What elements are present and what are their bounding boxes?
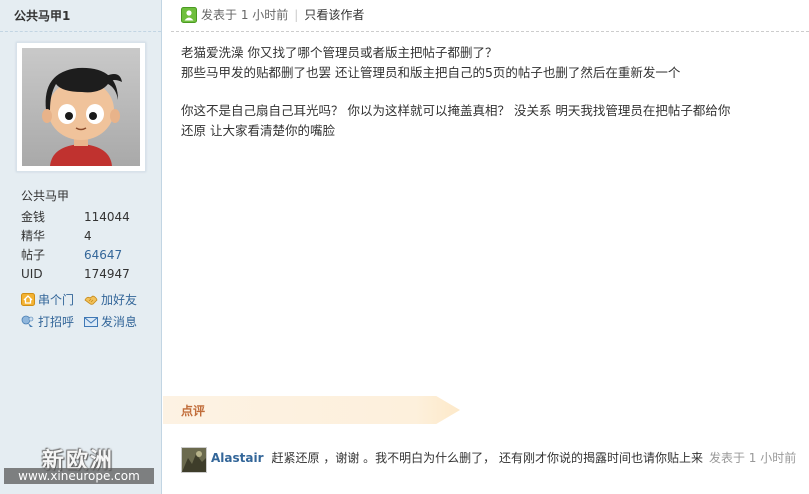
author-username[interactable]: 公共马甲1: [14, 7, 70, 24]
author-stats: 金钱 114044 精华 4 帖子 64647 UID 174947: [21, 208, 130, 284]
stat-label: 帖子: [21, 248, 46, 262]
avatar[interactable]: [16, 42, 146, 172]
post-header-divider: [171, 31, 809, 32]
post-line: 还原 让大家看清楚你的嘴脸: [181, 123, 335, 138]
greet-label: 打招呼: [38, 315, 75, 329]
stat-value: 114044: [84, 210, 130, 224]
home-icon: [21, 293, 35, 306]
rating-bar: 点评: [163, 396, 460, 424]
comment-time: 发表于 1 小时前: [708, 451, 797, 465]
stat-value: 174947: [84, 267, 130, 281]
stat-value: 4: [84, 229, 92, 243]
post-header: 发表于 1 小时前 | 只看该作者: [181, 6, 364, 24]
action-row: 打招呼 发消息: [21, 313, 147, 335]
handshake-icon: [84, 295, 98, 305]
post-line: 你这不是自己扇自己耳光吗？ 你以为这样就可以掩盖真相？ 没关系 明天我找管理员在…: [181, 103, 731, 118]
post-content: 老猫爱洗澡 你又找了哪个管理员或者版主把帖子都删了？ 那些马甲发的贴都删了也罢 …: [181, 43, 806, 141]
author-sidebar: 公共马甲1 公共马甲 金钱 114044 精华 4 帖子 64647 UID 1…: [0, 0, 162, 494]
comment-text: 赶紧还原 ，谢谢 。我不明白为什么删了， 还有刚才你说的揭露时间也请你贴上来: [271, 451, 703, 465]
send-message-button[interactable]: 发消息: [84, 313, 147, 331]
post-line: 老猫爱洗澡 你又找了哪个管理员或者版主把帖子都删了？: [181, 45, 498, 60]
action-row: 串个门 加好友: [21, 291, 147, 313]
comment-line: Alastair 赶紧还原 ，谢谢 。我不明白为什么删了， 还有刚才你说的揭露时间…: [211, 451, 796, 465]
stat-row-money: 金钱 114044: [21, 208, 130, 227]
author-actions: 串个门 加好友 打招呼 发消息: [21, 291, 147, 335]
posts-count-link[interactable]: 64647: [84, 248, 122, 262]
header-separator: |: [294, 8, 299, 22]
watermark-url: www.xineurope.com: [4, 468, 154, 484]
stat-row-digest: 精华 4: [21, 227, 130, 246]
cartoon-avatar-image: [22, 48, 140, 166]
sidebar-divider: [0, 31, 161, 32]
visit-label: 串个门: [38, 293, 75, 307]
greet-button[interactable]: 打招呼: [21, 313, 84, 331]
only-author-link[interactable]: 只看该作者: [304, 8, 364, 22]
stat-label: 精华: [21, 229, 46, 243]
visit-button[interactable]: 串个门: [21, 291, 84, 309]
envelope-icon: [84, 317, 98, 327]
post-line: 那些马甲发的贴都删了也罢 还让管理员和版主把自己的5页的帖子也删了然后在重新发一…: [181, 65, 681, 80]
site-watermark: 新欧洲 www.xineurope.com: [4, 443, 154, 487]
post-time: 发表于 1 小时前: [201, 8, 289, 22]
stat-label: 金钱: [21, 210, 46, 224]
send-message-label: 发消息: [101, 315, 138, 329]
rating-title: 点评: [181, 404, 206, 418]
stat-row-uid: UID 174947: [21, 265, 130, 284]
stat-label: UID: [21, 267, 43, 281]
poke-icon: [21, 315, 34, 327]
add-friend-label: 加好友: [101, 293, 138, 307]
comment-avatar[interactable]: [181, 447, 207, 473]
online-icon: [181, 7, 197, 23]
author-display-name[interactable]: 公共马甲: [21, 187, 69, 204]
comment-avatar-image: [182, 448, 206, 472]
comment-author[interactable]: Alastair: [211, 451, 264, 465]
add-friend-button[interactable]: 加好友: [84, 291, 147, 309]
stat-row-posts: 帖子 64647: [21, 246, 130, 265]
